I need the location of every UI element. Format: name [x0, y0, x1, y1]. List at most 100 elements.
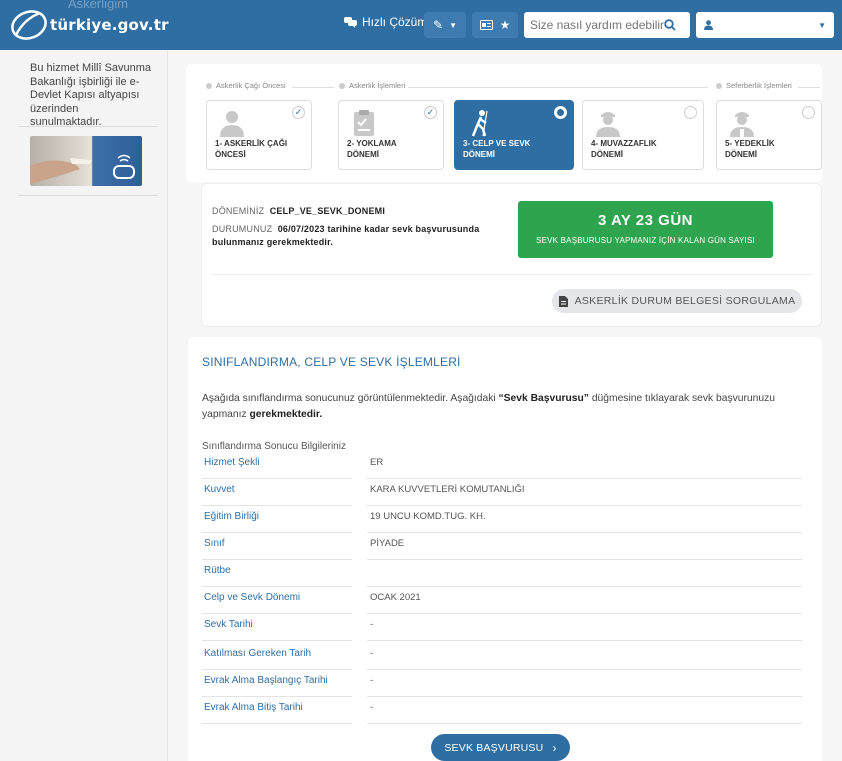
info-row-required-join-date: Katılması Gereken Tarih -	[202, 643, 802, 670]
row-key: Sınıf	[204, 538, 225, 549]
user-icon	[704, 20, 713, 30]
soldier-icon	[596, 112, 620, 137]
status-label: DURUMUNUZ	[212, 224, 273, 234]
step-1-pre-conscription[interactable]: 1- ASKERLİK ÇAĞI ÖNCESİ ✓	[206, 100, 312, 170]
walking-soldier-icon	[471, 110, 488, 137]
period-status-panel: DÖNEMİNİZ CELP_VE_SEVK_DONEMI DURUMUNUZ …	[201, 183, 822, 327]
radio-empty-icon	[802, 106, 815, 119]
favorites-button[interactable]: ★	[472, 12, 518, 38]
step-label: 4- MUVAZZAFLIK DÖNEMİ	[591, 139, 657, 159]
row-key: Rütbe	[204, 565, 231, 576]
row-key: Kuvvet	[204, 484, 235, 495]
hand-pointing-illustration	[30, 154, 135, 184]
row-value: PİYADE	[370, 538, 405, 549]
tools-dropdown-button[interactable]: ✎ ▼	[424, 12, 466, 38]
military-status-certificate-button[interactable]: ASKERLİK DURUM BELGESİ SORGULAMA	[552, 289, 802, 313]
clipboard-icon	[354, 110, 374, 136]
period-value: CELP_VE_SEVK_DONEMI	[269, 206, 386, 216]
user-menu-dropdown[interactable]: ▼	[696, 12, 834, 38]
dispatch-application-button[interactable]: SEVK BAŞVURUSU ›	[431, 734, 570, 761]
period-row: DÖNEMİNİZ CELP_VE_SEVK_DONEMI	[212, 206, 385, 216]
wrench-icon: ✎	[433, 18, 444, 32]
check-icon: ✓	[292, 106, 305, 119]
row-key: Evrak Alma Bitiş Tarihi	[204, 702, 303, 713]
info-row-service-type: Hizmet Şekli ER	[202, 452, 802, 479]
row-key: Evrak Alma Başlangıç Tarihi	[204, 675, 328, 686]
document-icon	[558, 295, 568, 307]
countdown-value: 3 AY 23 GÜN	[598, 212, 693, 229]
row-key: Celp ve Sevk Dönemi	[204, 592, 301, 603]
step-label: 2- YOKLAMA DÖNEMİ	[347, 139, 397, 159]
chevron-right-icon: ›	[552, 740, 557, 755]
phase-line	[292, 87, 334, 88]
step-3-call-up-dispatch[interactable]: 3- CELP VE SEVK DÖNEMİ	[454, 100, 574, 170]
row-value: -	[370, 702, 374, 713]
section-title: SINIFLANDIRMA, CELP VE SEVK İŞLEMLERİ	[202, 355, 461, 369]
search-icon[interactable]	[664, 19, 676, 31]
info-row-training-unit: Eğitim Birliği 19 UNCU KOMD.TUG. KH.	[202, 506, 802, 533]
person-icon	[220, 111, 244, 137]
chat-bubbles-icon	[344, 16, 357, 28]
phase-label-mobilization: Seferberlik İşlemleri	[716, 81, 792, 90]
phase-label-before: Askerlik Çağı Öncesi	[206, 81, 286, 90]
row-value: KARA KUVVETLERİ KOMUTANLIĞI	[370, 484, 525, 495]
logo-swirl-icon	[11, 10, 47, 40]
certificate-button-label: ASKERLİK DURUM BELGESİ SORGULAMA	[574, 295, 796, 307]
quick-solution-label: Hızlı Çözüm	[362, 15, 428, 29]
status-row: DURUMUNUZ 06/07/2023 tarihine kadar sevk…	[212, 223, 512, 249]
row-key: Katılması Gereken Tarih	[204, 648, 312, 659]
info-row-document-end-date: Evrak Alma Bitiş Tarihi -	[202, 697, 802, 724]
process-steps-panel: Askerlik Çağı Öncesi Askerlik İşlemleri …	[186, 64, 822, 182]
row-value: -	[370, 675, 374, 686]
classification-panel: SINIFLANDIRMA, CELP VE SEVK İŞLEMLERİ Aş…	[188, 337, 822, 761]
row-value: -	[370, 648, 374, 659]
quick-solution-link[interactable]: Hızlı Çözüm	[344, 15, 427, 29]
step-label: 5- YEDEKLİK DÖNEMİ	[725, 139, 775, 159]
info-row-dispatch-date: Sevk Tarihi -	[202, 614, 802, 641]
countdown-caption: SEVK BAŞBURUSU YAPMANIZ İÇİN KALAN GÜN S…	[536, 236, 755, 245]
info-row-class: Sınıf PİYADE	[202, 533, 802, 560]
row-key: Hizmet Şekli	[204, 457, 260, 468]
caret-down-icon: ▼	[818, 20, 826, 30]
step-2-roll-call[interactable]: 2- YOKLAMA DÖNEMİ ✓	[338, 100, 444, 170]
reserve-soldier-icon	[730, 112, 754, 137]
dispatch-button-label: SEVK BAŞVURUSU	[444, 741, 544, 754]
divider	[18, 195, 158, 196]
phase-line	[798, 87, 820, 88]
row-value: -	[370, 619, 374, 630]
phase-label-process: Askerlik İşlemleri	[339, 81, 405, 90]
row-key: Sevk Tarihi	[204, 619, 253, 630]
site-logo[interactable]: türkiye.gov.tr	[10, 9, 169, 41]
classification-description: Aşağıda sınıflandırma sonucunuz görüntül…	[202, 393, 775, 420]
classification-subtitle: Sınıflandırma Sonucu Bilgileriniz	[202, 441, 346, 452]
radio-selected-icon	[554, 106, 567, 119]
step-label: 1- ASKERLİK ÇAĞI ÖNCESİ	[215, 139, 288, 159]
logo-text: türkiye.gov.tr	[50, 16, 169, 34]
step-4-active-service[interactable]: 4- MUVAZZAFLIK DÖNEMİ	[582, 100, 704, 170]
main-content: Askerlik Çağı Öncesi Askerlik İşlemleri …	[168, 50, 842, 761]
info-row-force: Kuvvet KARA KUVVETLERİ KOMUTANLIĞI	[202, 479, 802, 506]
step-label: 3- CELP VE SEVK DÖNEMİ	[463, 139, 531, 159]
row-value: OCAK 2021	[370, 592, 421, 603]
status-value-line-1: 06/07/2023 tarihine kadar sevk başvurusu…	[277, 224, 480, 234]
radio-empty-icon	[684, 106, 697, 119]
row-key: Eğitim Birliği	[204, 511, 260, 522]
info-row-document-start-date: Evrak Alma Başlangıç Tarihi -	[202, 670, 802, 697]
search-box	[524, 12, 690, 38]
status-value-line-2: bulunmanız gerekmektedir.	[212, 237, 334, 247]
divider	[18, 126, 158, 127]
phase-line	[408, 87, 708, 88]
row-value: 19 UNCU KOMD.TUG. KH.	[370, 511, 486, 522]
check-icon: ✓	[424, 106, 437, 119]
mobile-app-banner[interactable]	[30, 136, 142, 186]
search-input[interactable]	[524, 13, 664, 37]
card-icon	[479, 20, 493, 30]
step-5-reserve[interactable]: 5- YEDEKLİK DÖNEMİ	[716, 100, 822, 170]
top-header: Askerliğim türkiye.gov.tr Hızlı Çözüm ✎ …	[0, 0, 842, 50]
countdown-box: 3 AY 23 GÜN SEVK BAŞBURUSU YAPMANIZ İÇİN…	[518, 201, 773, 258]
info-row-rank: Rütbe	[202, 560, 802, 587]
row-value: ER	[370, 457, 384, 468]
period-label: DÖNEMİNİZ	[212, 206, 265, 216]
info-row-call-up-period: Celp ve Sevk Dönemi OCAK 2021	[202, 587, 802, 614]
caret-down-icon: ▼	[449, 20, 457, 30]
